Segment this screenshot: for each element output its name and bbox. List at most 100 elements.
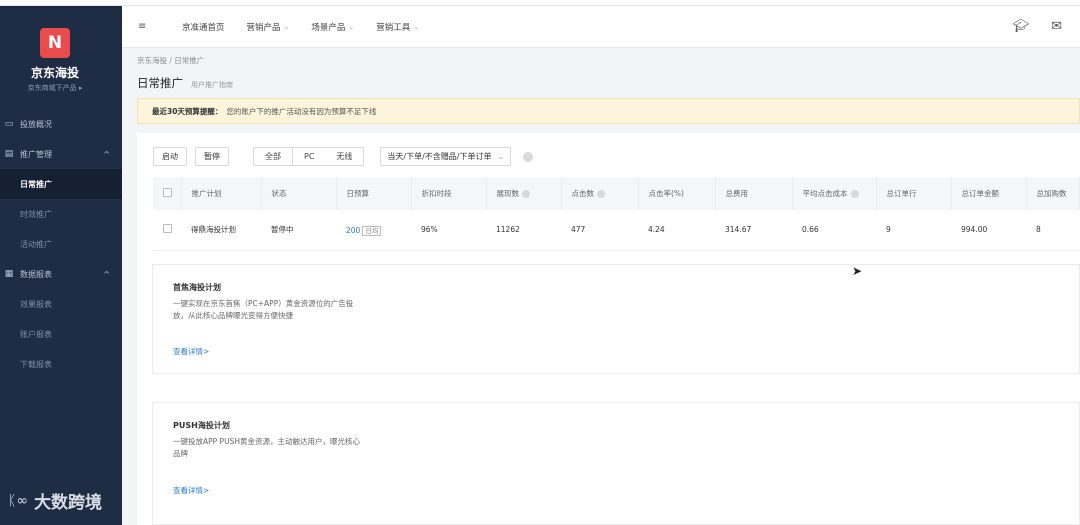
- cart-adds-cell: 8: [1026, 210, 1080, 251]
- topnav-label: 场景产品: [311, 22, 346, 33]
- sidebar-group-reports[interactable]: ▦ 数据报表 ^: [0, 259, 122, 289]
- help-icon[interactable]: [850, 190, 859, 198]
- sidebar-item-effect-report[interactable]: 效果报表: [0, 289, 122, 319]
- promo-details-link[interactable]: 查看详情>: [173, 485, 209, 496]
- plan-name-link[interactable]: 得鼎海投计划: [181, 210, 261, 251]
- orders-cell: 9: [876, 210, 951, 251]
- sidebar-nav: ▭ 投放概况 ▤ 推广管理 ^ 日常推广 时效推广 活动推广 ▦ 数据报表 ^ …: [0, 109, 122, 379]
- sidebar-item-timed-promo[interactable]: 时效推广: [0, 199, 122, 229]
- chevron-down-icon: ⌄: [348, 22, 355, 31]
- col-header: 总费用: [715, 177, 793, 210]
- chevron-down-icon: ⌄: [497, 152, 505, 161]
- pause-button[interactable]: 暂停: [195, 147, 229, 166]
- sidebar-item-label: 推广管理: [20, 149, 52, 159]
- segment-all[interactable]: 全部: [254, 148, 293, 165]
- top-menu: 京准通首页 营销产品 ⌄ 场景产品 ⌄ 营销工具 ⌄: [182, 21, 419, 33]
- promo-title: 首焦海投计划: [173, 283, 221, 292]
- row-checkbox-cell: [153, 210, 181, 251]
- page-title: 日常推广: [137, 76, 183, 90]
- col-header: 日预算: [336, 177, 412, 210]
- brand-logo: N: [40, 28, 70, 58]
- topnav-home[interactable]: 京准通首页: [182, 21, 225, 33]
- segment-wireless[interactable]: 无线: [325, 148, 363, 165]
- toolbar: 启动 暂停 全部 PC 无线 当天/下单/不含赠品/下单订单 ⌄: [153, 147, 534, 166]
- page-title-row: 日常推广 用户推广指南: [137, 75, 233, 91]
- help-icon[interactable]: [523, 151, 534, 162]
- order-amount-cell: 994.00: [951, 210, 1026, 251]
- header-checkbox-cell: [153, 177, 182, 210]
- row-checkbox[interactable]: [163, 224, 172, 234]
- chevron-up-icon: ^: [103, 269, 110, 279]
- cost-cell: 314.67: [715, 210, 792, 251]
- help-icon[interactable]: [597, 190, 605, 198]
- brand-subtitle-link[interactable]: 京东商城下产品 ▸: [0, 83, 110, 93]
- col-header: 总订单行: [876, 177, 952, 210]
- menu-toggle-icon[interactable]: ≡: [138, 21, 152, 32]
- col-header: 平均点击成本: [792, 177, 877, 210]
- sidebar-group-promotion[interactable]: ▤ 推广管理 ^: [0, 139, 122, 169]
- status-cell: 暂停中: [261, 210, 336, 251]
- alert-text: 您的账户下的推广活动没有因为预算不足下线: [226, 106, 377, 116]
- mouse-cursor-icon: ➤: [852, 264, 863, 278]
- chevron-down-icon: ⌄: [283, 22, 290, 31]
- breadcrumb[interactable]: 京东海投 / 日常推广: [137, 55, 204, 66]
- topnav-marketing-tools[interactable]: 营销工具 ⌄: [376, 21, 419, 33]
- segment-pc[interactable]: PC: [293, 148, 325, 165]
- top-right-actions: 🎓︎ ✉: [1013, 19, 1062, 34]
- discount-link[interactable]: 96%: [411, 210, 486, 251]
- watermark-text: 大数跨境: [34, 493, 103, 513]
- sidebar-item-account-report[interactable]: 账户报表: [0, 319, 122, 349]
- col-header-label: 展现数: [496, 189, 520, 198]
- promo-details-link[interactable]: 查看详情>: [173, 346, 209, 357]
- budget-cell: 200 日均: [336, 210, 411, 251]
- sidebar: N 京东海投 京东商城下产品 ▸ ▭ 投放概况 ▤ 推广管理 ^ 日常推广 时效…: [0, 6, 122, 525]
- budget-link[interactable]: 200: [346, 226, 360, 235]
- graduation-cap-icon[interactable]: 🎓︎: [1013, 19, 1030, 34]
- select-all-checkbox[interactable]: [163, 188, 172, 197]
- promo-desc: 一键投放APP PUSH黄金资源，主动触达用户，曝光核心品牌: [173, 437, 360, 458]
- sidebar-item-daily-promo[interactable]: 日常推广: [0, 169, 122, 199]
- help-icon[interactable]: [522, 190, 530, 198]
- sidebar-item-overview[interactable]: ▭ 投放概况: [0, 109, 122, 139]
- briefcase-icon: ▤: [4, 149, 14, 159]
- clicks-cell: 477: [561, 210, 638, 251]
- topnav-label: 营销工具: [376, 22, 411, 33]
- watermark-logo-icon: ᛕ∞: [8, 492, 29, 509]
- mail-icon[interactable]: ✉: [1051, 19, 1062, 34]
- col-header: 折扣时段: [411, 177, 487, 210]
- topnav-label: 京准通首页: [182, 22, 225, 33]
- platform-segment: 全部 PC 无线: [253, 147, 365, 166]
- select-value: 当天/下单/不含赠品/下单订单: [387, 152, 492, 161]
- sidebar-item-label: 投放概况: [20, 119, 52, 129]
- sidebar-item-download-report[interactable]: 下载报表: [0, 349, 122, 379]
- chevron-up-icon: ^: [103, 149, 110, 159]
- topnav-marketing-products[interactable]: 营销产品 ⌄: [247, 21, 290, 33]
- promo-card-focus: 首焦海投计划 一键实现在京东首焦（PC+APP）黄金资源位的广告投放，从此核心品…: [152, 264, 1080, 374]
- col-header: 状态: [261, 177, 337, 210]
- attribution-select[interactable]: 当天/下单/不含赠品/下单订单 ⌄: [380, 147, 512, 166]
- campaign-table: 推广计划 状态 日预算 折扣时段 展现数 点击数 点击率(%) 总费用 平均点击…: [153, 177, 1080, 251]
- table-row: 得鼎海投计划 暂停中 200 日均 96% 11262 477 4.24 314.…: [153, 210, 1080, 251]
- brand-name: 京东海投: [30, 66, 79, 80]
- alert-title: 最近30天预算提醒：: [152, 106, 223, 116]
- col-header: 点击数: [561, 177, 639, 210]
- budget-tag: 日均: [362, 225, 382, 236]
- col-header-label: 点击数: [571, 189, 595, 198]
- col-header: 点击率(%): [638, 177, 716, 210]
- sidebar-item-event-promo[interactable]: 活动推广: [0, 229, 122, 259]
- start-button[interactable]: 启动: [153, 147, 187, 166]
- topnav-label: 营销产品: [246, 22, 281, 33]
- col-header: 总订单金额: [951, 177, 1027, 210]
- cpc-cell: 0.66: [792, 210, 876, 251]
- promo-title: PUSH海投计划: [173, 421, 230, 430]
- report-icon: ▦: [4, 269, 14, 279]
- chevron-down-icon: ⌄: [413, 22, 420, 31]
- top-navbar: ≡ 京准通首页 营销产品 ⌄ 场景产品 ⌄ 营销工具 ⌄ 🎓︎ ✉: [122, 6, 1080, 48]
- promo-desc: 一键实现在京东首焦（PC+APP）黄金资源位的广告投放，从此核心品牌曝光变得方便…: [173, 299, 354, 320]
- col-header: 推广计划: [181, 177, 262, 210]
- ctr-cell: 4.24: [638, 210, 715, 251]
- guide-link[interactable]: 用户推广指南: [191, 80, 233, 90]
- topnav-scene-products[interactable]: 场景产品 ⌄: [311, 21, 354, 33]
- col-header: 总加购数: [1026, 177, 1080, 210]
- budget-alert: 最近30天预算提醒： 您的账户下的推广活动没有因为预算不足下线: [137, 98, 1080, 124]
